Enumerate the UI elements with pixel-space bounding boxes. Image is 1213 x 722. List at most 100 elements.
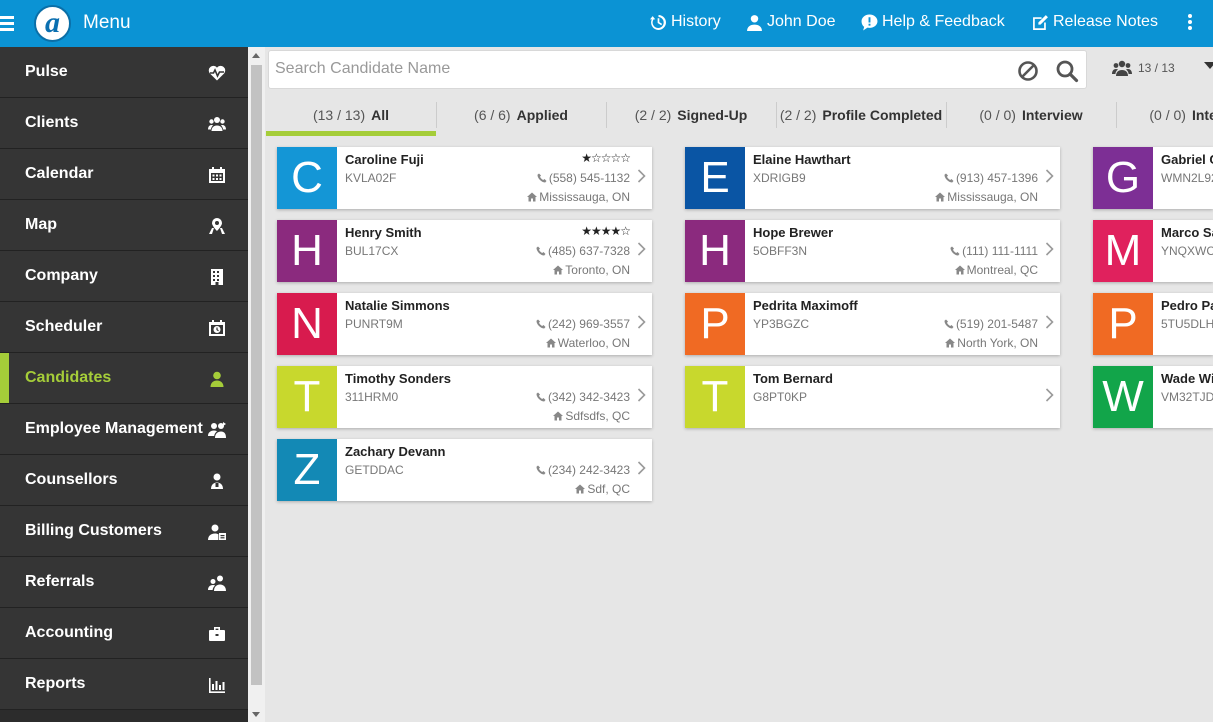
help-feedback-link[interactable]: Help & Feedback — [861, 13, 1005, 31]
candidate-phone: (242) 969-3557 — [536, 317, 630, 331]
candidate-avatar: N — [277, 293, 337, 355]
chevron-right-icon[interactable] — [637, 315, 646, 329]
sidebar-item-clients[interactable]: Clients — [0, 98, 248, 149]
chevron-right-icon[interactable] — [637, 461, 646, 475]
candidate-card[interactable]: G Gabriel C WMN2L92 — [1093, 147, 1213, 209]
edit-icon — [1033, 14, 1048, 30]
app-logo[interactable]: a — [34, 5, 71, 42]
employees-icon — [208, 421, 226, 439]
scheduler-icon — [208, 319, 226, 337]
candidate-name: Timothy Sonders — [345, 371, 451, 386]
candidate-city-text: Mississauga, ON — [539, 190, 630, 204]
candidate-avatar: H — [277, 220, 337, 282]
candidate-avatar: P — [1093, 293, 1153, 355]
candidate-city-text: Toronto, ON — [565, 263, 630, 277]
candidate-card[interactable]: E Elaine Hawthart XDRIGB9 (913) 457-1396 Mis… — [685, 147, 1060, 209]
home-icon — [935, 190, 947, 204]
candidate-phone: (913) 457-1396 — [944, 171, 1038, 185]
sidebar-item-referrals[interactable]: Referrals — [0, 557, 248, 608]
candidate-avatar: P — [685, 293, 745, 355]
tab-count: (2 / 2) — [779, 107, 817, 123]
candidate-card[interactable]: P Pedrita Maximoff YP3BGZC (519) 201-5487 No… — [685, 293, 1060, 355]
search-input[interactable] — [275, 60, 995, 78]
search-icon[interactable] — [1055, 59, 1079, 83]
user-link[interactable]: John Doe — [746, 13, 836, 31]
tab-applied[interactable]: (6 / 6) Applied — [436, 100, 606, 136]
candidate-city: Toronto, ON — [553, 263, 630, 277]
sidebar-item-accounting[interactable]: Accounting — [0, 608, 248, 659]
history-link[interactable]: History — [650, 13, 721, 31]
candidate-city: North York, ON — [945, 336, 1038, 350]
chevron-right-icon[interactable] — [637, 242, 646, 256]
sidebar-item-counsellors[interactable]: Counsellors — [0, 455, 248, 506]
candidate-code: 5TU5DLH — [1161, 317, 1213, 331]
candidate-avatar: T — [685, 366, 745, 428]
sidebar-item-label: Referrals — [25, 573, 95, 590]
sidebar-item-label: Pulse — [25, 63, 68, 80]
home-icon — [545, 336, 558, 350]
sidebar-item-employee-management[interactable]: Employee Management — [0, 404, 248, 455]
candidate-card[interactable]: T Tom Bernard G8PT0KP — [685, 366, 1060, 428]
sidebar-item-pulse[interactable]: Pulse — [0, 47, 248, 98]
chevron-right-icon[interactable] — [1045, 242, 1054, 256]
scroll-thumb[interactable] — [251, 65, 262, 685]
chevron-right-icon[interactable] — [1045, 315, 1054, 329]
candidate-phone: (342) 342-3423 — [536, 390, 630, 404]
tab-interview[interactable]: (0 / 0) Interview — [946, 100, 1116, 136]
phone-icon — [536, 244, 548, 258]
candidate-card[interactable]: N Natalie Simmons PUNRT9M (242) 969-3557 Wat… — [277, 293, 652, 355]
candidate-card[interactable]: W Wade Wi VM32TJD — [1093, 366, 1213, 428]
tab-all[interactable]: (13 / 13) All — [266, 100, 436, 136]
tab-divider — [606, 102, 607, 128]
search-box — [268, 50, 1087, 89]
candidate-city: Mississauga, ON — [527, 190, 630, 204]
scroll-up-arrow-icon[interactable] — [252, 53, 260, 58]
hamburger-menu-icon[interactable] — [0, 13, 14, 33]
candidate-card[interactable]: H Hope Brewer 5OBFF3N (111) 111-1111 Montrea… — [685, 220, 1060, 282]
sidebar-item-map[interactable]: Map — [0, 200, 248, 251]
sidebar-item-reports[interactable]: Reports — [0, 659, 248, 710]
more-options-icon[interactable] — [1186, 14, 1194, 34]
release-notes-link[interactable]: Release Notes — [1032, 13, 1158, 31]
phone-icon — [950, 244, 962, 258]
candidate-name: Tom Bernard — [753, 371, 833, 386]
tab-profile-completed[interactable]: (2 / 2) Profile Completed — [776, 100, 946, 136]
sidebar-item-billing-customers[interactable]: Billing Customers — [0, 506, 248, 557]
candidate-name: Pedrita Maximoff — [753, 298, 858, 313]
chevron-right-icon[interactable] — [637, 169, 646, 183]
tab-signed-up[interactable]: (2 / 2) Signed-Up — [606, 100, 776, 136]
sidebar-item-company[interactable]: Company — [0, 251, 248, 302]
status-tabs: (13 / 13) All (6 / 6) Applied (2 / 2) Signed-… — [266, 100, 1213, 136]
history-icon — [650, 14, 666, 30]
sidebar-item-calendar[interactable]: Calendar — [0, 149, 248, 200]
tab-label: All — [371, 107, 390, 123]
tab-interview[interactable]: (0 / 0) Interview — [1116, 100, 1213, 136]
candidate-card[interactable]: H Henry Smith BUL17CX ★★★★☆ (485) 637-7328 To… — [277, 220, 652, 282]
chevron-right-icon[interactable] — [637, 388, 646, 402]
clear-search-icon[interactable] — [1017, 60, 1039, 82]
candidate-avatar: T — [277, 366, 337, 428]
sidebar-item-scheduler[interactable]: Scheduler — [0, 302, 248, 353]
chevron-right-icon[interactable] — [1045, 169, 1054, 183]
candidate-city-text: Sdf, QC — [587, 482, 630, 496]
menu-title[interactable]: Menu — [83, 12, 131, 34]
tab-count: (6 / 6) — [474, 107, 511, 123]
sidebar-item-candidates[interactable]: Candidates — [0, 353, 248, 404]
candidate-card[interactable]: T Timothy Sonders 311HRM0 (342) 342-3423 Sdf… — [277, 366, 652, 428]
candidate-name: Gabriel C — [1161, 152, 1213, 167]
chevron-right-icon[interactable] — [1045, 388, 1054, 402]
candidate-code: YNQXWC — [1161, 244, 1213, 258]
candidate-card[interactable]: P Pedro Pa 5TU5DLH — [1093, 293, 1213, 355]
candidate-count[interactable]: 13 / 13 — [1112, 59, 1175, 77]
release-label: Release Notes — [1053, 13, 1158, 30]
scroll-down-arrow-icon[interactable] — [252, 712, 260, 717]
candidate-card[interactable]: M Marco Sa YNQXWC — [1093, 220, 1213, 282]
candidate-card[interactable]: C Caroline Fuji KVLA02F ★☆☆☆☆ (558) 545-1132… — [277, 147, 652, 209]
candidate-card[interactable]: Z Zachary Devann GETDDAC (234) 242-3423 Sdf,… — [277, 439, 652, 501]
sidebar-item-label: Candidates — [25, 369, 112, 386]
sidebar-scrollbar[interactable] — [248, 47, 265, 722]
home-icon — [945, 336, 957, 350]
dropdown-caret-icon[interactable] — [1204, 62, 1213, 69]
candidate-code: XDRIGB9 — [753, 171, 806, 185]
home-icon — [553, 409, 565, 423]
